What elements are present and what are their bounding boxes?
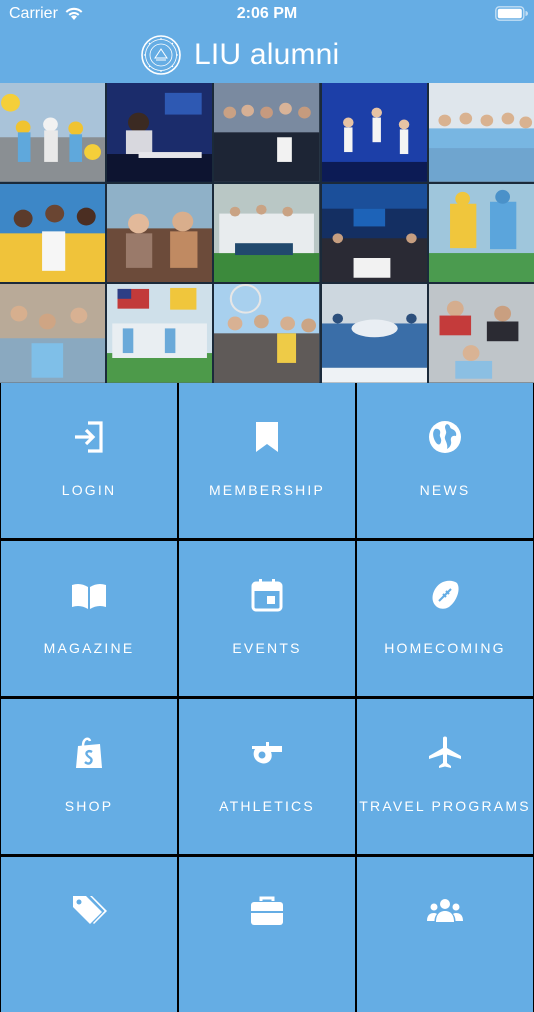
app-title: LIU alumni xyxy=(194,38,340,71)
athletics-button[interactable]: ATHLETICS xyxy=(179,699,355,854)
group-photo xyxy=(214,83,320,182)
photo-collage xyxy=(0,83,534,383)
dancers-photo xyxy=(321,83,427,182)
login-icon xyxy=(71,419,107,455)
tags-icon xyxy=(71,893,107,929)
shop-label: SHOP xyxy=(64,798,114,814)
students-talking-photo xyxy=(107,183,213,283)
students-group-photo xyxy=(0,284,106,383)
login-label: LOGIN xyxy=(61,482,117,498)
book-icon xyxy=(71,577,107,613)
cheerleaders-photo xyxy=(0,83,106,182)
fair-group-photo xyxy=(214,284,320,383)
football-photo xyxy=(428,183,534,283)
students-photo xyxy=(0,183,106,283)
magazine-button[interactable]: MAGAZINE xyxy=(1,541,177,696)
airplane-icon xyxy=(427,735,463,771)
homecoming-button[interactable]: HOMECOMING xyxy=(357,541,533,696)
whistle-icon xyxy=(249,735,285,771)
team-celebration-photo xyxy=(214,183,320,283)
membership-label: MEMBERSHIP xyxy=(208,482,326,498)
calendar-icon xyxy=(249,577,285,613)
homecoming-label: HOMECOMING xyxy=(384,640,506,656)
shopping-bag-icon xyxy=(71,735,107,771)
football-icon xyxy=(427,577,463,613)
news-label: NEWS xyxy=(419,482,471,498)
clock: 2:06 PM xyxy=(236,5,298,22)
events-button[interactable]: EVENTS xyxy=(179,541,355,696)
shop-button[interactable]: SHOP xyxy=(1,699,177,854)
hockey-team-photo xyxy=(321,284,427,383)
travel-programs-button[interactable]: TRAVEL PROGRAMS xyxy=(357,699,533,854)
liu-seal-icon xyxy=(141,35,181,75)
login-button[interactable]: LOGIN xyxy=(1,383,177,538)
community-button[interactable] xyxy=(357,857,533,1012)
people-icon xyxy=(427,893,463,929)
nasdaq-photo xyxy=(321,183,427,283)
events-label: EVENTS xyxy=(232,640,302,656)
athletics-label: ATHLETICS xyxy=(219,798,315,814)
team-photo xyxy=(428,83,534,182)
news-button[interactable]: NEWS xyxy=(357,383,533,538)
menu-grid: LOGIN MEMBERSHIP NEWS MAGAZINE EVENTS HO… xyxy=(0,383,534,1012)
careers-button[interactable] xyxy=(179,857,355,1012)
brand: LIU alumni xyxy=(141,34,401,76)
battery-icon xyxy=(495,6,528,21)
students-lying-photo xyxy=(428,284,534,383)
briefcase-icon xyxy=(249,893,285,929)
magazine-label: MAGAZINE xyxy=(43,640,135,656)
app-header: Carrier 2:06 PM LIU alumni xyxy=(0,0,534,83)
status-bar: Carrier 2:06 PM xyxy=(0,0,534,28)
membership-button[interactable]: MEMBERSHIP xyxy=(179,383,355,538)
bookmark-icon xyxy=(249,419,285,455)
travel-programs-label: TRAVEL PROGRAMS xyxy=(359,798,531,814)
lacrosse-flag-photo xyxy=(107,284,213,383)
offers-button[interactable] xyxy=(1,857,177,1012)
music-studio-photo xyxy=(107,83,213,182)
globe-icon xyxy=(427,419,463,455)
